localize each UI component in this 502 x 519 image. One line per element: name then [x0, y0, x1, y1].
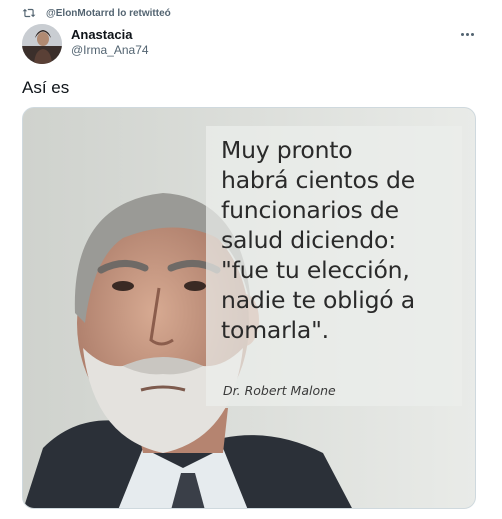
retweet-label[interactable]: @ElonMotarrd lo retwitteó	[46, 8, 171, 19]
tweet-text: Así es	[22, 78, 70, 97]
avatar[interactable]	[22, 24, 62, 64]
author-handle[interactable]: @Irma_Ana74	[71, 43, 149, 57]
quote-text: Muy pronto habrá cientos de funcionarios…	[221, 136, 416, 344]
avatar-image	[22, 24, 62, 64]
quote-attribution: Dr. Robert Malone	[223, 383, 336, 398]
retweet-context: @ElonMotarrd lo retwitteó	[22, 4, 171, 22]
tweet-header: Anastacia @Irma_Ana74	[22, 24, 484, 64]
tweet-media[interactable]: Muy pronto habrá cientos de funcionarios…	[22, 107, 476, 509]
author-name[interactable]: Anastacia	[71, 27, 132, 42]
more-options-icon[interactable]	[458, 28, 476, 40]
retweet-icon	[22, 8, 36, 18]
